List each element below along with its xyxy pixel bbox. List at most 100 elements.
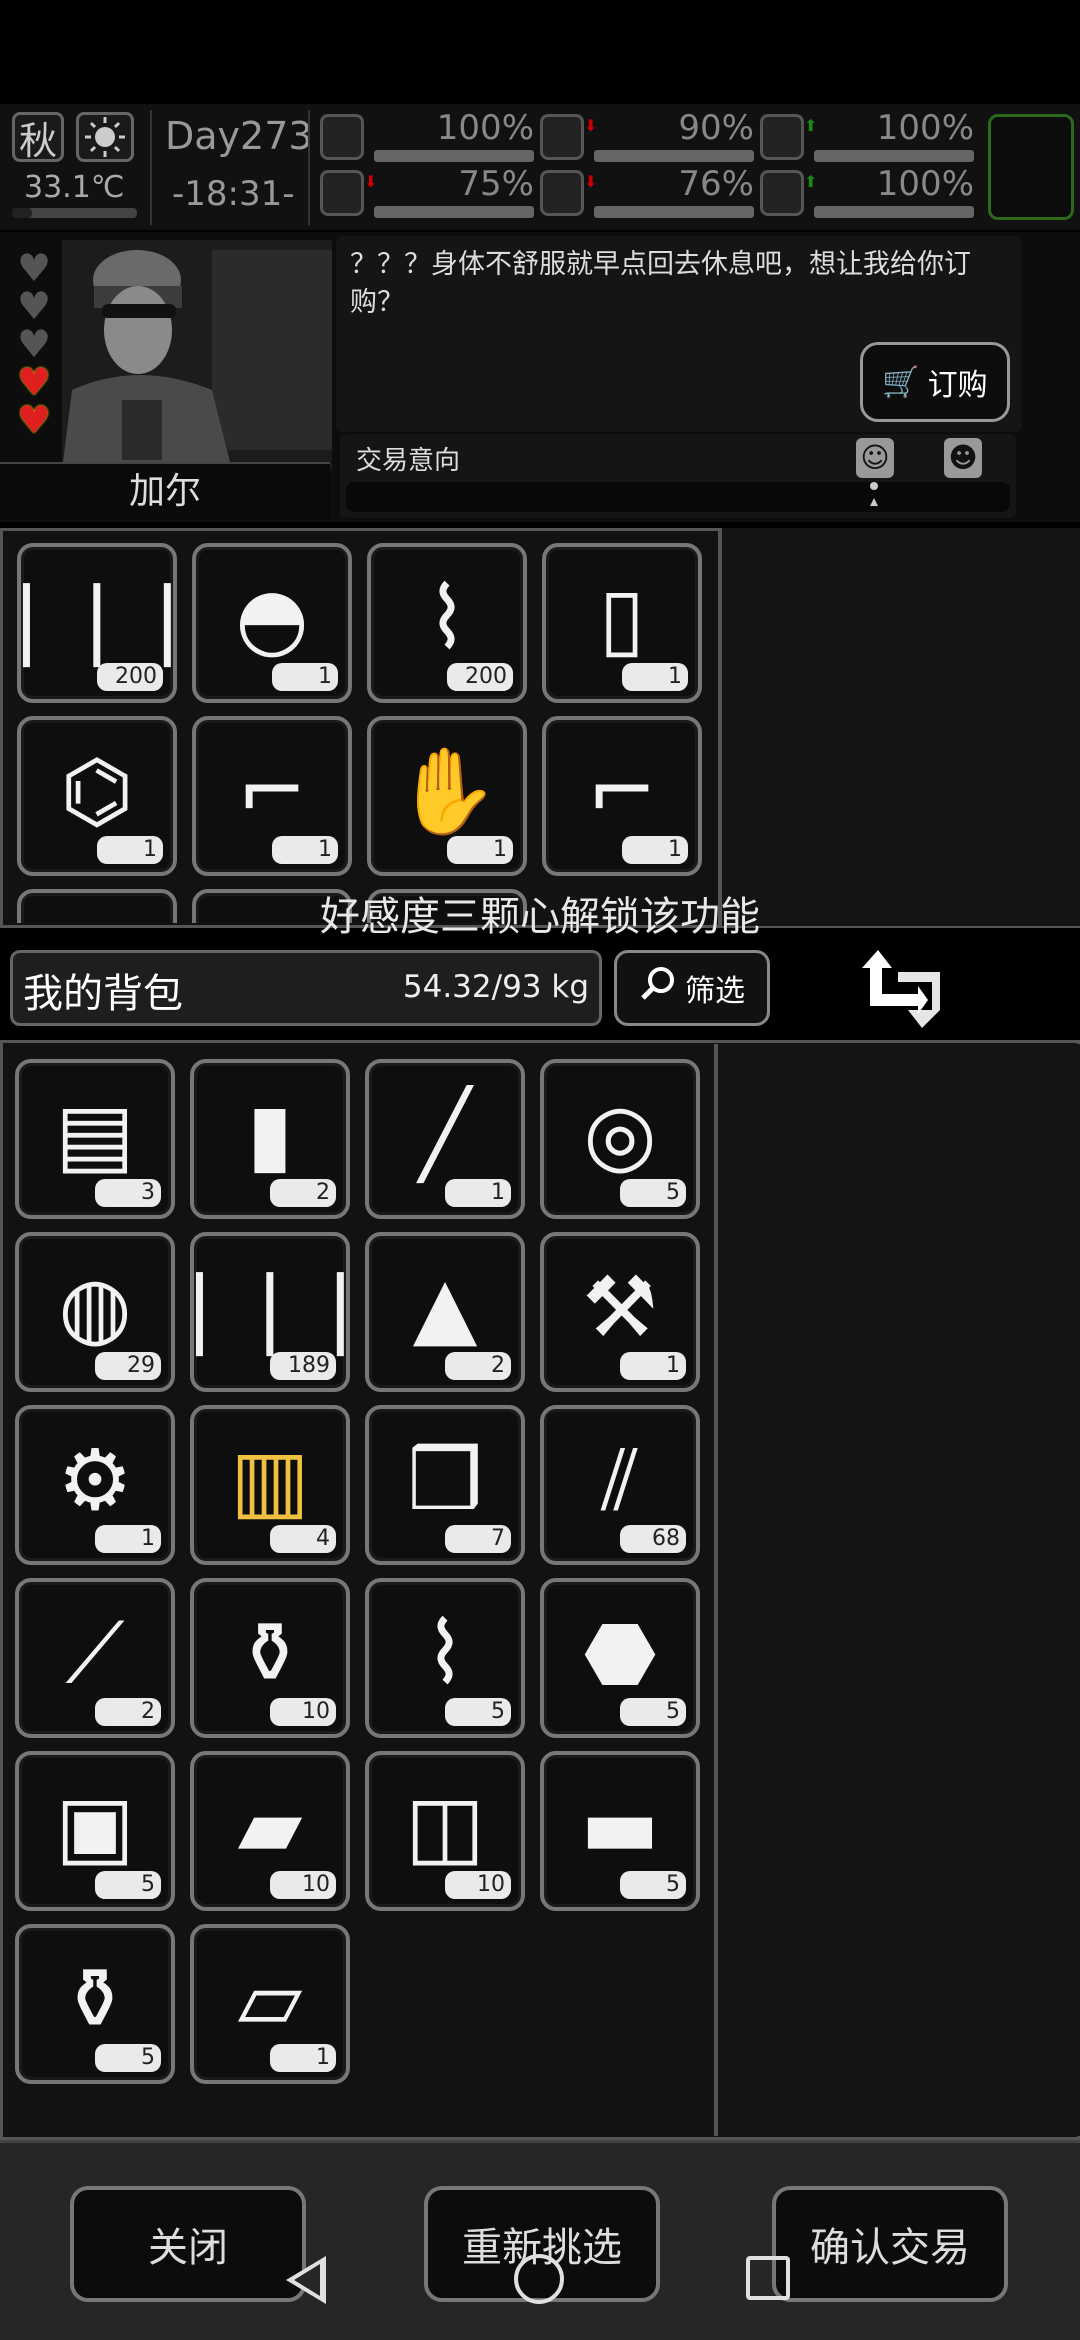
item-quantity: 200 (447, 663, 513, 691)
item-quantity: 1 (272, 663, 338, 691)
dialog-text: ？？？身体不舒服就早点回去休息吧，想让我给你订购？ (350, 249, 971, 318)
stat-health: 100% (320, 108, 540, 170)
nav-recent-apps-icon[interactable] (746, 2256, 790, 2300)
trade-intent-marker (870, 482, 878, 506)
item-slot[interactable]: ⟋ 2 (15, 1578, 175, 1738)
item-slot[interactable]: ◎ 5 (540, 1059, 700, 1219)
item-slot[interactable]: ⌬ 1 (17, 716, 177, 876)
item-quantity: 5 (95, 2044, 161, 2072)
sun-icon (76, 112, 134, 162)
item-quantity: 2 (445, 1352, 511, 1380)
filter-button[interactable]: 筛选 (614, 950, 770, 1026)
npc-name: 加尔 (0, 462, 330, 520)
item-quantity: 200 (97, 663, 163, 691)
item-slot[interactable]: ◫ 10 (365, 1751, 525, 1911)
item-slot[interactable]: ❒ 7 (365, 1405, 525, 1565)
minimap-button[interactable] (988, 114, 1074, 220)
item-slot[interactable]: ⚱ 10 (190, 1578, 350, 1738)
player-offer-area[interactable] (714, 1044, 1080, 2136)
item-slot[interactable]: ▬ 5 (540, 1751, 700, 1911)
item-slot[interactable]: ◍ 29 (15, 1232, 175, 1392)
item-slot[interactable]: ⚱ 5 (15, 1924, 175, 2084)
pill-icon (760, 114, 804, 160)
item-slot[interactable]: ▰ 10 (190, 1751, 350, 1911)
stat-value: 75% (458, 164, 534, 204)
temperature-readout: 33.1℃ (24, 170, 125, 205)
heart-empty-icon: ♥ (16, 246, 52, 290)
item-quantity: 1 (447, 836, 513, 864)
item-slot[interactable]: ▥ 4 (190, 1405, 350, 1565)
item-slot[interactable]: ▯ 1 (542, 543, 702, 703)
stat-value: 100% (876, 108, 974, 148)
trend-up-icon: ⬆ (804, 116, 818, 135)
heart-full-icon: ♥ (16, 398, 52, 442)
stat-value: 100% (876, 164, 974, 204)
stat-value: 100% (436, 108, 534, 148)
stat-bar (594, 150, 754, 162)
trend-down-icon: ⬇ (584, 172, 598, 191)
confirm-trade-button[interactable]: 确认交易 (772, 2186, 1008, 2302)
item-slot[interactable]: ⌇ 200 (367, 543, 527, 703)
trade-intent-bar (346, 482, 1010, 512)
trend-down-icon: ⬇ (364, 172, 378, 191)
smile-face-icon: ☺ (856, 438, 894, 478)
stat-bar (814, 206, 974, 218)
item-quantity: 1 (272, 836, 338, 864)
item-quantity: 1 (270, 2044, 336, 2072)
order-button[interactable]: 🛒 订购 (860, 342, 1010, 422)
item-slot[interactable]: ⌇ 5 (365, 1578, 525, 1738)
item-slot[interactable]: ╱ 1 (365, 1059, 525, 1219)
item-slot[interactable]: ⚒ 1 (540, 1232, 700, 1392)
stat-mood: ⬆ 100% (760, 164, 980, 226)
close-button[interactable]: 关闭 (70, 2186, 306, 2302)
affection-hearts: ♥ ♥ ♥ ♥ ♥ (14, 246, 58, 442)
item-quantity: 2 (95, 1698, 161, 1726)
item-quantity: 3 (95, 1179, 161, 1207)
stat-bar (374, 206, 534, 218)
item-quantity: 10 (445, 1871, 511, 1899)
item-quantity: 5 (620, 1871, 686, 1899)
divider (308, 110, 310, 225)
stat-stamina: ⬇ 75% (320, 164, 540, 226)
item-slot[interactable]: ⏥ 1 (190, 1924, 350, 2084)
nav-back-icon[interactable] (286, 2256, 326, 2304)
nav-home-icon[interactable] (514, 2254, 564, 2304)
item-quantity: 5 (620, 1179, 686, 1207)
grin-face-icon: ☻ (944, 438, 982, 478)
stat-bar (594, 206, 754, 218)
heart-empty-icon: ♥ (16, 284, 52, 328)
season-indicator: 秋 (12, 112, 64, 163)
filter-label: 筛选 (685, 974, 745, 1009)
item-slot[interactable]: ▤ 3 (15, 1059, 175, 1219)
item-quantity: 4 (270, 1525, 336, 1553)
item-slot[interactable]: ▲ 2 (365, 1232, 525, 1392)
item-slot[interactable]: ◓ 1 (192, 543, 352, 703)
trade-intent-panel: 交易意向 ☺ ☻ (340, 434, 1016, 518)
backpack-info: 我的背包 54.32/93 kg (10, 950, 602, 1026)
heart-empty-icon: ♥ (16, 322, 52, 366)
item-slot[interactable]: ❘❘❘ 189 (164, 1232, 376, 1392)
trade-intent-label: 交易意向 (356, 446, 461, 476)
item-slot[interactable]: ✋ 1 (367, 716, 527, 876)
npc-portrait (62, 240, 332, 470)
item-slot[interactable]: ⬣ 5 (540, 1578, 700, 1738)
item-slot[interactable]: ❘❘❘ 200 (5, 543, 203, 703)
item-slot[interactable]: ⌐ 1 (192, 716, 352, 876)
item-slot[interactable]: ▮ 2 (190, 1059, 350, 1219)
item-slot[interactable]: ⌐ 1 (542, 716, 702, 876)
item-quantity: 68 (620, 1525, 686, 1553)
swap-arrows-icon[interactable] (858, 942, 942, 1034)
stat-value: 90% (678, 108, 754, 148)
item-quantity: 2 (270, 1179, 336, 1207)
item-slot[interactable]: ⚙ 1 (15, 1405, 175, 1565)
item-quantity: 1 (622, 836, 688, 864)
heart-full-icon: ♥ (16, 360, 52, 404)
stomach-icon (540, 114, 584, 160)
magnifier-icon (639, 964, 679, 1012)
stat-bar (814, 150, 974, 162)
item-slot[interactable]: ▣ 5 (15, 1751, 175, 1911)
item-slot[interactable]: ⫽ 68 (540, 1405, 700, 1565)
item-quantity: 5 (95, 1871, 161, 1899)
trader-offer-area[interactable] (718, 528, 1080, 926)
item-quantity: 189 (270, 1352, 336, 1380)
